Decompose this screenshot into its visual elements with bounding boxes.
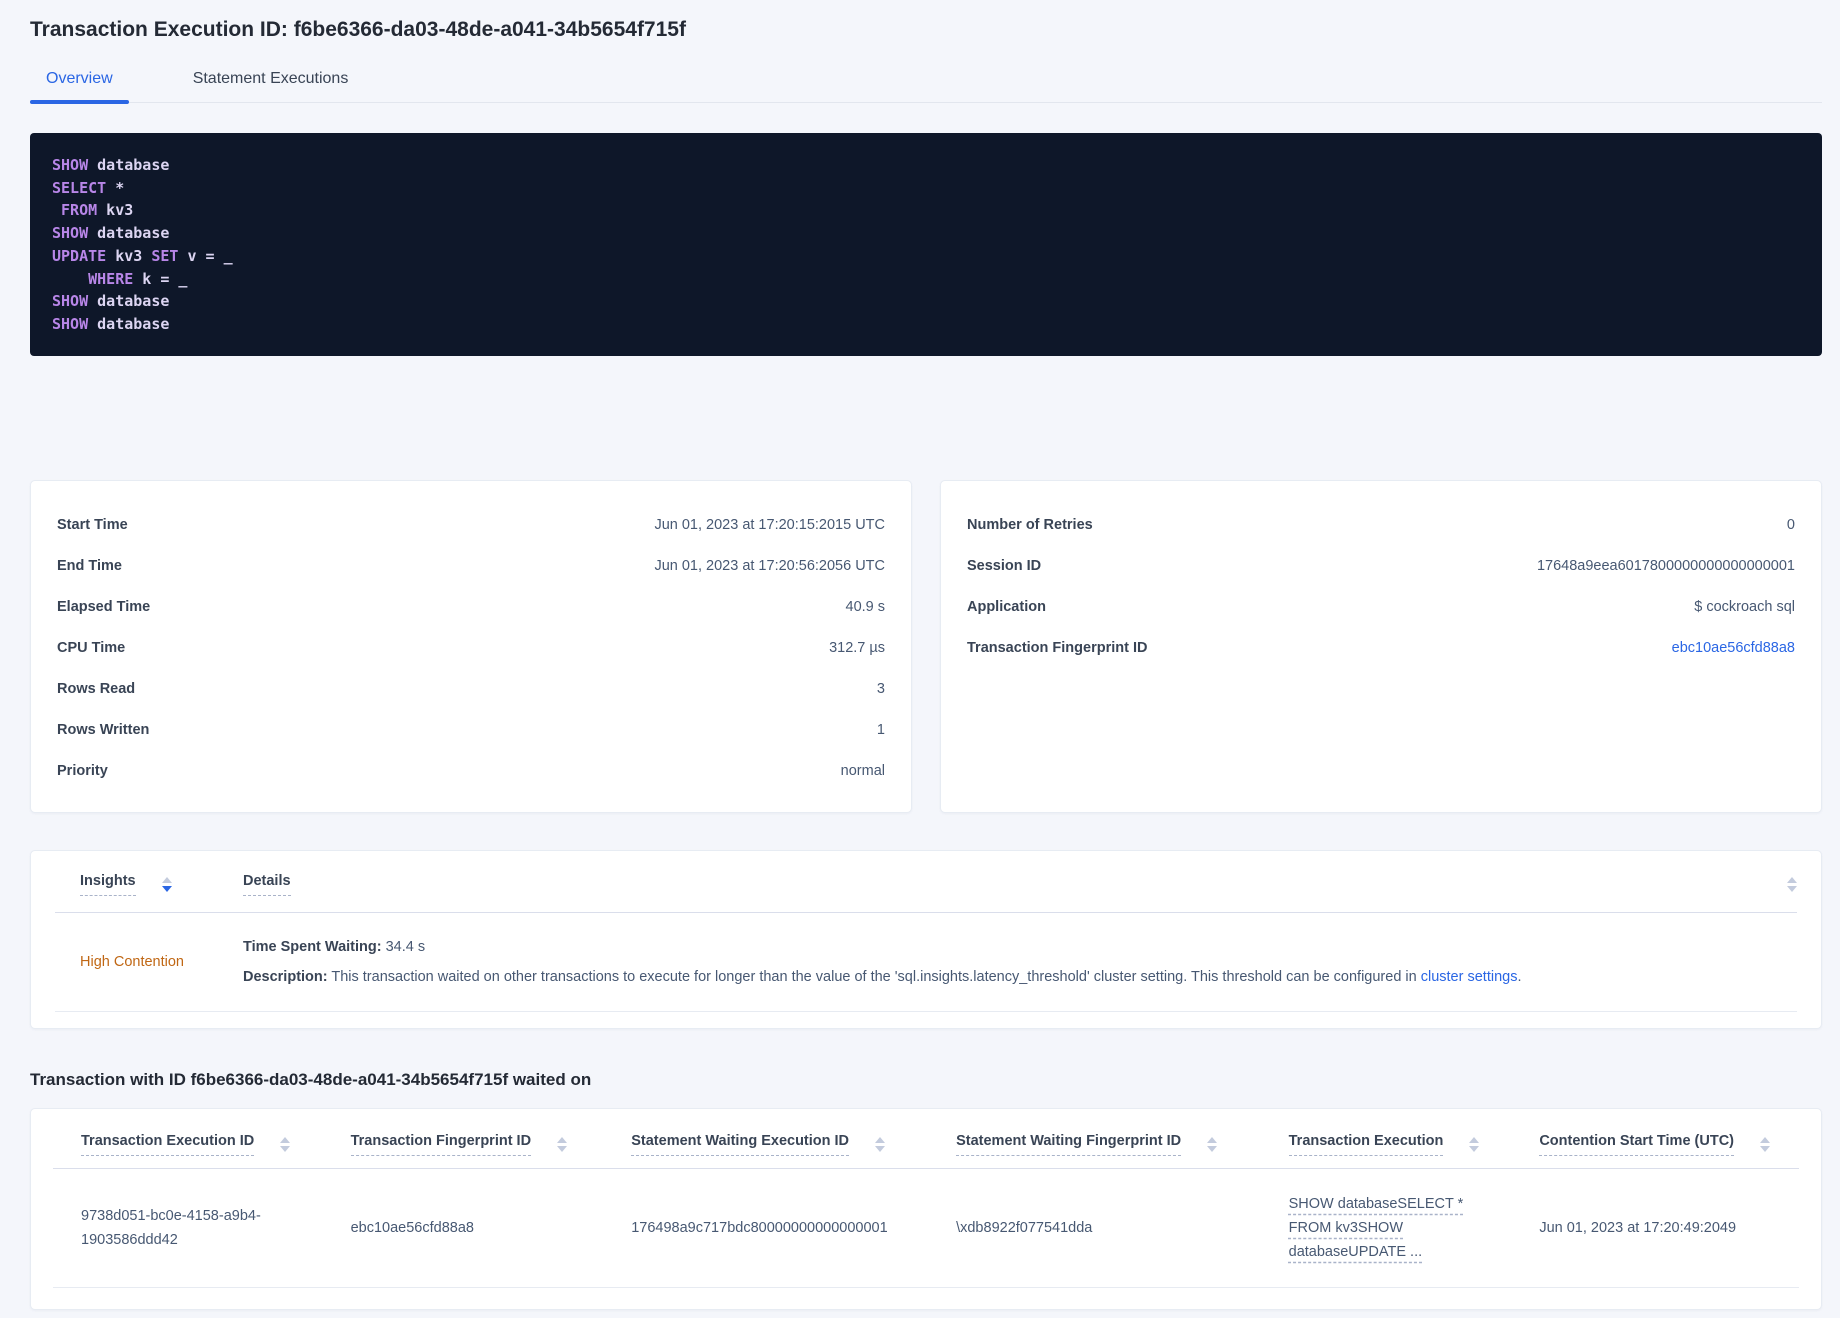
summary-value: normal bbox=[840, 763, 885, 779]
cell-transaction-execution-id: 9738d051-bc0e-4158-a9b4-1903586ddd42 bbox=[81, 1208, 261, 1248]
summary-card-right: Number of Retries 0 Session ID 17648a9ee… bbox=[940, 480, 1822, 813]
col-contention-start-time: Contention Start Time (UTC) bbox=[1539, 1109, 1799, 1169]
insight-description: Description: This transaction waited on … bbox=[243, 969, 1522, 985]
time-spent-waiting: Time Spent Waiting: 34.4 s bbox=[243, 939, 426, 955]
summary-row-application: Application $ cockroach sql bbox=[967, 587, 1795, 628]
summary-row-rows-written: Rows Written 1 bbox=[57, 710, 885, 751]
sort-icon[interactable] bbox=[1207, 1137, 1218, 1152]
summary-row-rows-read: Rows Read 3 bbox=[57, 669, 885, 710]
sort-icon[interactable] bbox=[1760, 1137, 1770, 1152]
summary-row-end-time: End Time Jun 01, 2023 at 17:20:56:2056 U… bbox=[57, 546, 885, 587]
insight-details-cell: Time Spent Waiting: 34.4 s Description: … bbox=[243, 913, 1797, 1012]
summary-value: 1 bbox=[876, 722, 885, 738]
cell-statement-waiting-fingerprint-id: \xdb8922f077541dda bbox=[956, 1220, 1093, 1236]
transaction-fingerprint-link[interactable]: ebc10ae56cfd88a8 bbox=[1672, 638, 1795, 659]
summary-value: 17648a9eea6017800000000000000001 bbox=[1536, 558, 1795, 574]
page-title: Transaction Execution ID: f6be6366-da03-… bbox=[30, 18, 686, 41]
col-transaction-execution-id: Transaction Execution ID bbox=[53, 1109, 351, 1169]
transaction-details-page: Transaction Execution ID: f6be6366-da03-… bbox=[0, 0, 1840, 1310]
summary-label: End Time bbox=[57, 558, 122, 574]
insights-sort-header[interactable]: Insights bbox=[80, 873, 136, 896]
waited-on-table: Transaction Execution ID Transaction Fin… bbox=[53, 1109, 1799, 1288]
waited-on-card: Transaction Execution ID Transaction Fin… bbox=[30, 1108, 1822, 1310]
summary-value: Jun 01, 2023 at 17:20:15:2015 UTC bbox=[654, 517, 885, 533]
summary-label: Start Time bbox=[57, 517, 128, 533]
sql-line: FROM kv3 bbox=[61, 201, 134, 220]
summary-row-cpu-time: CPU Time 312.7 µs bbox=[57, 628, 885, 669]
cell-statement-waiting-execution-id: 176498a9c717bdc80000000000000001 bbox=[631, 1220, 888, 1236]
summary-value: 0 bbox=[1786, 517, 1795, 533]
sql-line: WHERE k = _ bbox=[88, 269, 188, 288]
summary-row-start-time: Start Time Jun 01, 2023 at 17:20:15:2015… bbox=[57, 505, 885, 546]
details-column-header: Details bbox=[243, 851, 1797, 913]
details-sort-header[interactable]: Details bbox=[243, 873, 291, 896]
sort-icon[interactable] bbox=[280, 1137, 291, 1152]
sort-icon[interactable] bbox=[1787, 877, 1797, 892]
cell-transaction-fingerprint-id: ebc10ae56cfd88a8 bbox=[350, 1220, 474, 1236]
summary-value: 312.7 µs bbox=[829, 640, 885, 656]
cell-contention-start-time: Jun 01, 2023 at 17:20:49:2049 bbox=[1539, 1220, 1737, 1236]
summary-card-left: Start Time Jun 01, 2023 at 17:20:15:2015… bbox=[30, 480, 912, 813]
waited-on-heading: Transaction with ID f6be6366-da03-48de-a… bbox=[30, 1070, 592, 1089]
transaction-execution-link[interactable]: SHOW databaseSELECT * FROM kv3SHOW datab… bbox=[1289, 1192, 1464, 1264]
summary-label: Priority bbox=[57, 763, 108, 779]
summary-row-retries: Number of Retries 0 bbox=[967, 505, 1795, 546]
summary-cards-row: Start Time Jun 01, 2023 at 17:20:15:2015… bbox=[30, 480, 1822, 813]
tab-statement-executions[interactable]: Statement Executions bbox=[177, 62, 365, 102]
col-statement-waiting-fingerprint-id: Statement Waiting Fingerprint ID bbox=[956, 1109, 1289, 1169]
summary-label: Elapsed Time bbox=[57, 599, 151, 615]
insights-card: Insights Details High Contention Time Sp… bbox=[30, 850, 1822, 1029]
sort-icon[interactable] bbox=[557, 1137, 568, 1152]
summary-label: Rows Written bbox=[57, 722, 150, 738]
insights-table: Insights Details High Contention Time Sp… bbox=[55, 851, 1797, 1012]
sql-line: SHOW database bbox=[52, 292, 170, 311]
col-transaction-execution: Transaction Execution bbox=[1288, 1109, 1540, 1169]
cluster-settings-link[interactable]: cluster settings bbox=[1421, 969, 1518, 985]
summary-label: Application bbox=[967, 599, 1046, 615]
tab-overview[interactable]: Overview bbox=[30, 62, 129, 104]
high-contention-badge: High Contention bbox=[80, 954, 184, 970]
summary-label: Session ID bbox=[967, 558, 1042, 574]
summary-value: $ cockroach sql bbox=[1694, 599, 1795, 615]
summary-row-session-id: Session ID 17648a9eea6017800000000000000… bbox=[967, 546, 1795, 587]
sort-icon[interactable] bbox=[161, 877, 172, 892]
summary-label: Number of Retries bbox=[967, 517, 1093, 533]
summary-value: Jun 01, 2023 at 17:20:56:2056 UTC bbox=[654, 558, 885, 574]
sql-statements-box: SHOW database SELECT * FROM kv3 SHOW datab… bbox=[30, 133, 1822, 356]
tab-bar: Overview Statement Executions bbox=[30, 62, 1822, 104]
summary-row-elapsed-time: Elapsed Time 40.9 s bbox=[57, 587, 885, 628]
summary-label: Rows Read bbox=[57, 681, 136, 697]
sql-line: SELECT * bbox=[52, 178, 125, 197]
insight-row: High Contention Time Spent Waiting: 34.4… bbox=[55, 913, 1797, 1012]
insights-column-header: Insights bbox=[55, 851, 243, 913]
summary-label: CPU Time bbox=[57, 640, 126, 656]
summary-label: Transaction Fingerprint ID bbox=[967, 640, 1148, 656]
summary-row-txn-fingerprint: Transaction Fingerprint ID ebc10ae56cfd8… bbox=[967, 628, 1795, 669]
sql-line: SHOW database bbox=[52, 156, 170, 174]
sql-line: UPDATE kv3 SET v = _ bbox=[52, 246, 233, 265]
sql-line: SHOW database bbox=[52, 224, 170, 243]
table-row: 9738d051-bc0e-4158-a9b4-1903586ddd42 ebc… bbox=[53, 1169, 1799, 1288]
col-statement-waiting-execution-id: Statement Waiting Execution ID bbox=[631, 1109, 956, 1169]
sql-line: SHOW database bbox=[52, 314, 170, 333]
summary-row-priority: Priority normal bbox=[57, 751, 885, 792]
col-transaction-fingerprint-id: Transaction Fingerprint ID bbox=[350, 1109, 632, 1169]
sort-icon[interactable] bbox=[1469, 1137, 1480, 1152]
sort-icon[interactable] bbox=[875, 1137, 886, 1152]
summary-value: 40.9 s bbox=[845, 599, 886, 615]
cell-transaction-execution: SHOW databaseSELECT * FROM kv3SHOW datab… bbox=[1289, 1169, 1540, 1288]
summary-value: 3 bbox=[876, 681, 885, 697]
